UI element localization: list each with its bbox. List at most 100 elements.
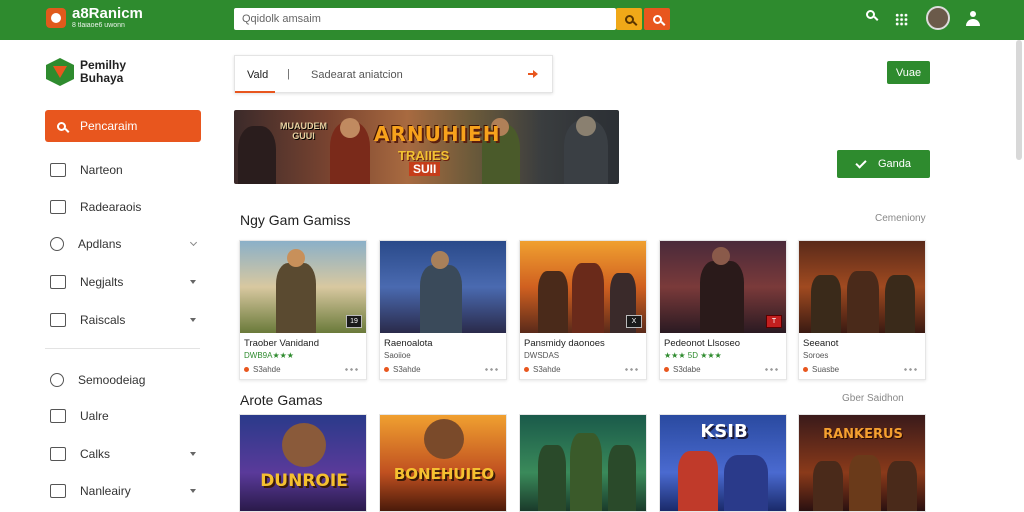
banner-title: ARNUHIEH (374, 122, 501, 146)
rating-badge: T (766, 315, 782, 328)
document-icon (50, 200, 66, 214)
sidebar-item-raiscals[interactable]: Raiscals (50, 310, 200, 330)
sidebar-item-label: Narteon (80, 163, 123, 177)
game-art-figure (811, 275, 841, 333)
banner-figure-head (340, 118, 360, 138)
banner-small-line-2: GUUI (292, 130, 315, 141)
game-card[interactable]: Seeanot Soroes Suasbe (798, 240, 926, 380)
sidebar-item-label: Nanleairy (80, 484, 131, 498)
game-title: Traober Vanidand (244, 338, 319, 349)
new-games-title: Ngy Gam Gamiss (240, 212, 351, 228)
game-art-figure (887, 461, 917, 511)
sidebar-item-negjalts[interactable]: Negjalts (50, 272, 200, 292)
game-card[interactable]: T Pedeonot Llsoseo ★★★ 5D ★★★ S3dabe (659, 240, 787, 380)
check-icon (855, 156, 867, 169)
sidebar-item-label: Negjalts (80, 275, 124, 289)
tab-sadearat[interactable]: Sadearat aniatcion (311, 69, 403, 81)
banner-figure (238, 126, 276, 184)
game-card[interactable]: RANKERUS (798, 414, 926, 512)
brand-logo-icon (46, 58, 74, 86)
more-options-icon[interactable] (764, 368, 780, 371)
game-art-figure (813, 461, 843, 511)
sidebar-brand[interactable]: Pemilhy Buhaya (46, 58, 126, 86)
ganda-button-label: Ganda (877, 158, 912, 170)
game-card[interactable]: DUNROIE (239, 414, 367, 512)
game-art-figure (885, 275, 915, 333)
logo-subtitle: 8 tlaiaoe6 uwonn (72, 22, 125, 29)
game-art-figure-head (431, 251, 449, 269)
hero-banner[interactable]: MUAUDEM GUUI ARNUHIEH TRAIIES SUII (234, 110, 619, 184)
game-art-title: RANKERUS (823, 427, 903, 442)
user-icon[interactable] (966, 11, 980, 26)
more-options-icon[interactable] (624, 368, 640, 371)
game-art-figure (849, 455, 881, 511)
sidebar-item-nanleairy[interactable]: Nanleairy (50, 481, 200, 501)
search-icon (624, 14, 634, 24)
game-art-figure (420, 265, 462, 333)
game-card[interactable]: 19 Traober Vanidand DWB9A★★★ S3ahde (239, 240, 367, 380)
game-title: Raenoalota (384, 338, 433, 349)
search-input[interactable]: Qqidolk amsaim (234, 8, 616, 30)
more-options-icon[interactable] (903, 368, 919, 371)
more-options-icon[interactable] (484, 368, 500, 371)
sidebar-item-narteon[interactable]: Narteon (50, 160, 200, 180)
more-options-icon[interactable] (344, 368, 360, 371)
logo-icon (46, 7, 66, 28)
game-art-title: DUNROIE (260, 471, 348, 491)
sidebar-item-label: Semoodeiag (78, 373, 146, 387)
tab-vald[interactable]: Vald (247, 69, 268, 81)
rating-badge: X (626, 315, 642, 328)
game-card[interactable]: Raenoalota Saoiioe S3ahde (379, 240, 507, 380)
vuae-button[interactable]: Vuae (887, 61, 930, 84)
header-search-button[interactable] (866, 10, 875, 19)
game-art-figure (538, 445, 566, 511)
search-options-button[interactable] (616, 8, 642, 30)
game-card[interactable]: X Pansmidy daonoes DWSDAS S3ahde (519, 240, 647, 380)
game-title: Seeanot (803, 338, 839, 349)
sidebar-primary-button[interactable]: Pencaraim (45, 110, 201, 142)
caret-down-icon (190, 318, 196, 322)
note-icon (50, 275, 66, 289)
game-card[interactable]: BONEHUIEO (379, 414, 507, 512)
apps-grid-icon[interactable] (895, 13, 908, 26)
sidebar-divider (45, 348, 200, 349)
search-button[interactable] (644, 8, 670, 30)
banner-figure-head (576, 116, 596, 136)
arrow-right-icon[interactable] (528, 70, 538, 78)
sidebar-item-calks[interactable]: Calks (50, 444, 200, 464)
game-subtitle: DWSDAS (524, 351, 560, 360)
search-icon (866, 10, 875, 19)
game-art-figure (276, 263, 316, 333)
search-icon (652, 14, 662, 24)
arcade-games-link[interactable]: Gber Saidhon (842, 393, 904, 404)
app-logo[interactable]: a8Ranicm 8 tlaiaoe6 uwonn (46, 6, 143, 29)
sidebar-item-radearaois[interactable]: Radearaois (50, 197, 200, 217)
sidebar-item-apdlans[interactable]: Apdlans (50, 234, 200, 254)
sidebar-item-label: Apdlans (78, 237, 122, 251)
game-meta: S3dabe (664, 365, 701, 374)
ganda-button[interactable]: Ganda (837, 150, 930, 178)
game-card[interactable] (519, 414, 647, 512)
game-art-figure (700, 261, 744, 333)
arcade-games-title: Arote Gamas (240, 392, 323, 408)
rating-badge: 19 (346, 315, 362, 328)
sidebar-item-ualre[interactable]: Ualre (50, 406, 200, 426)
avatar[interactable] (926, 6, 950, 30)
game-art (799, 241, 925, 333)
new-games-link[interactable]: Cemeniony (875, 213, 926, 224)
caret-down-icon (190, 280, 196, 284)
game-title: Pedeonot Llsoseo (664, 338, 741, 349)
sidebar-item-semoodeiag[interactable]: Semoodeiag (50, 370, 200, 390)
game-art-figure (678, 451, 718, 511)
logo-title: a8Ranicm (72, 5, 143, 22)
sidebar-item-label: Ualre (80, 409, 109, 423)
caret-down-icon (190, 489, 196, 493)
top-bar: a8Ranicm 8 tlaiaoe6 uwonn Qqidolk amsaim (0, 0, 1024, 40)
chevron-down-icon (189, 238, 198, 247)
game-subtitle: DWB9A★★★ (244, 351, 294, 360)
page-scrollbar[interactable] (1016, 40, 1022, 160)
calendar-icon (50, 163, 66, 177)
tab-bar: Vald | Sadearat aniatcion (234, 55, 553, 93)
game-art-figure (570, 433, 602, 511)
game-card[interactable]: KSIB (659, 414, 787, 512)
